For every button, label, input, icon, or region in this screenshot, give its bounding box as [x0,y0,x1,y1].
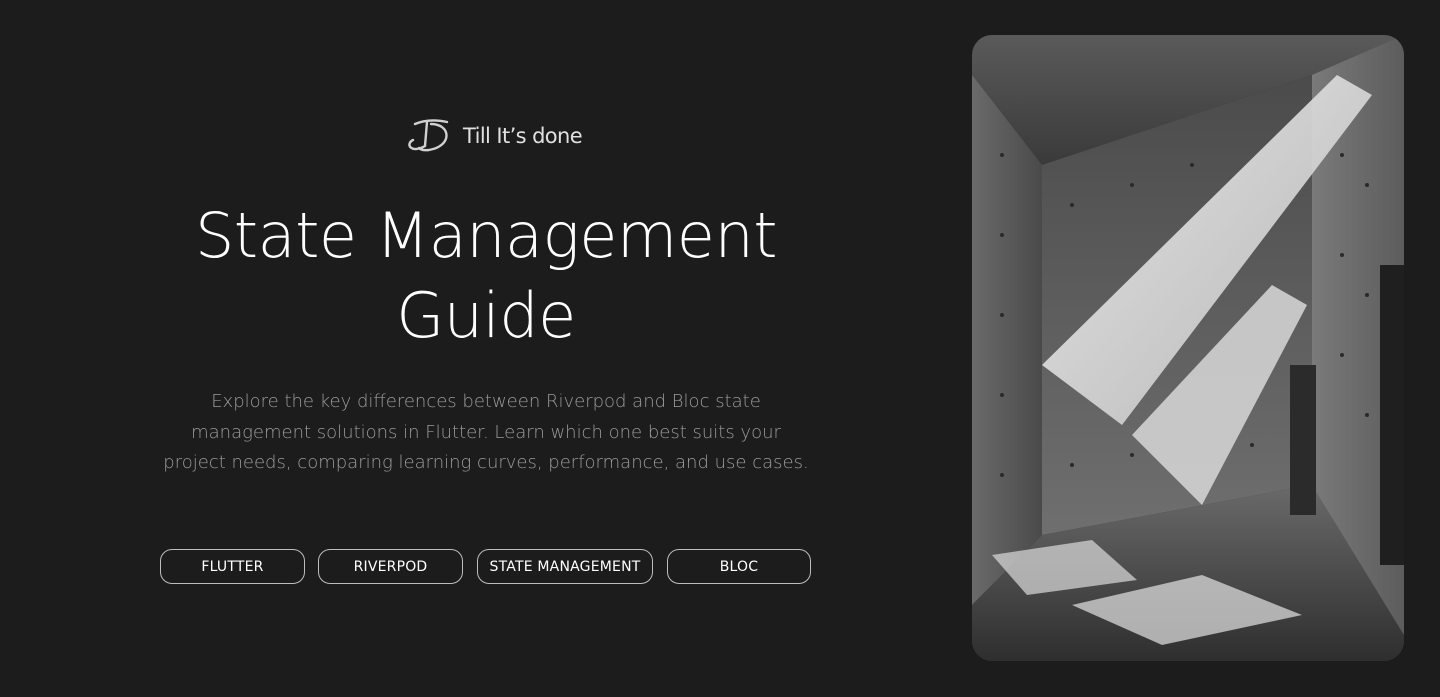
page-title-line-1: State Management [194,199,778,272]
page-title: State Management Guide [96,196,876,356]
td-monogram-icon [405,116,453,156]
brand-logo[interactable]: Till It’s done [405,116,583,156]
page-title-line-2: Guide [396,279,576,352]
description-line-3: project needs, comparing learning curves… [163,452,809,473]
tag-riverpod[interactable]: RIVERPOD [318,549,463,584]
hero-image [972,35,1404,661]
page-description: Explore the key differences between Rive… [136,387,836,479]
tag-bloc[interactable]: BLOC [667,549,811,584]
hero-content: Till It’s done State Management Guide Ex… [0,0,972,697]
tag-flutter[interactable]: FLUTTER [160,549,305,584]
description-line-2: management solutions in Flutter. Learn w… [191,421,781,443]
description-line-1: Explore the key differences between Rive… [211,391,761,412]
tag-state-management[interactable]: STATE MANAGEMENT [477,549,653,584]
brand-name: Till It’s done [463,124,583,148]
